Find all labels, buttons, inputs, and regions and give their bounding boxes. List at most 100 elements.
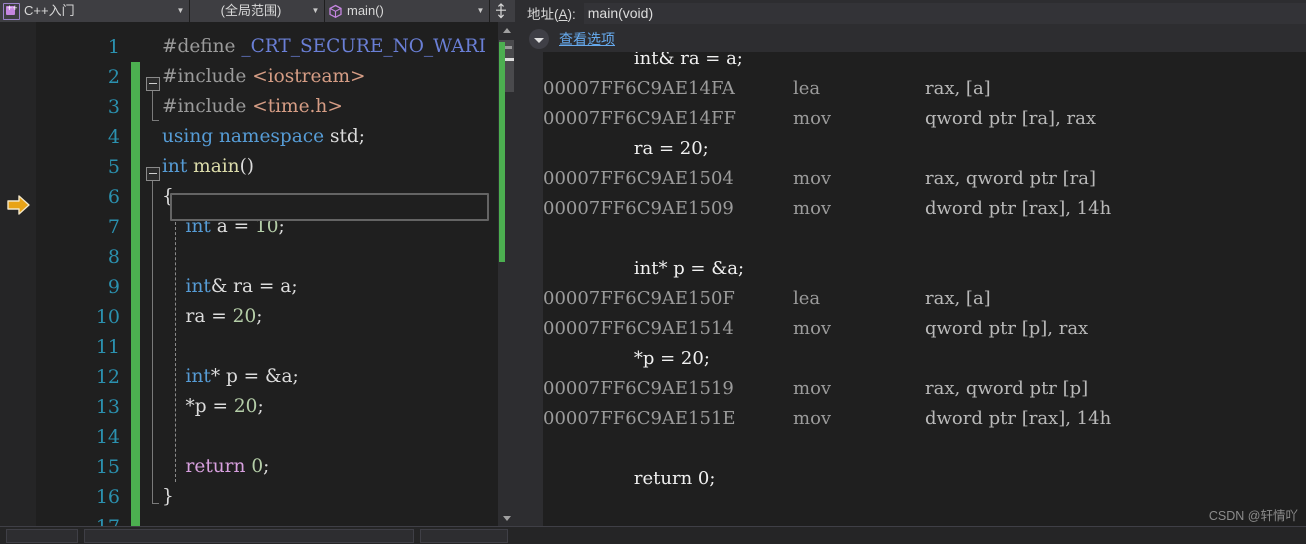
line-number: 13 — [95, 396, 120, 418]
instruction-address: 00007FF6C9AE14FA — [543, 78, 735, 99]
line-number: 9 — [107, 276, 120, 298]
instruction-mnemonic: mov — [793, 198, 832, 219]
split-view-button[interactable] — [490, 0, 512, 22]
function-dropdown-label: main() — [347, 3, 384, 18]
address-label: 地址(A): — [527, 7, 576, 22]
line-number: 14 — [95, 426, 120, 448]
code-line[interactable]: using namespace std; — [140, 122, 515, 152]
instruction-address: 00007FF6C9AE1514 — [543, 318, 734, 339]
project-dropdown[interactable]: C++入门 ▼ — [0, 0, 190, 22]
source-text: return 0; — [611, 468, 716, 489]
code-line[interactable]: return 0; — [140, 452, 515, 482]
code-line-text: #define _CRT_SECURE_NO_WARI — [162, 36, 486, 57]
disassembly-listing[interactable]: int& ra = a; 00007FF6C9AE14FA lea rax, [a] 0… — [543, 52, 1306, 527]
code-line[interactable]: #include <iostream> — [140, 62, 515, 92]
instruction-address: 00007FF6C9AE1504 — [543, 168, 734, 189]
disassembly-instruction-row[interactable]: 00007FF6C9AE14FF mov qword ptr [ra], rax — [543, 104, 1306, 134]
code-editor-pane: C++入门 ▼ (全局范围) ▼ main() ▼ 12345678910111… — [0, 0, 515, 544]
disassembly-blank-row — [543, 224, 1306, 254]
visual-studio-debug-window: C++入门 ▼ (全局范围) ▼ main() ▼ 12345678910111… — [0, 0, 1306, 544]
editor-indicator-margin[interactable] — [0, 22, 36, 527]
line-number: 7 — [107, 216, 120, 238]
current-statement-arrow-icon — [6, 194, 32, 216]
caret-down-icon — [502, 516, 511, 521]
disassembly-instruction-row[interactable]: 00007FF6C9AE1509 mov dword ptr [rax], 14h — [543, 194, 1306, 224]
scrollbar-down-button[interactable] — [498, 510, 515, 527]
fold-guide-main-end — [152, 503, 159, 504]
disassembly-instruction-row[interactable]: 00007FF6C9AE150F lea rax, [a] — [543, 284, 1306, 314]
editor-navigation-bar: C++入门 ▼ (全局范围) ▼ main() ▼ — [0, 0, 515, 22]
disassembly-source-line: *p = 20; — [543, 344, 1306, 374]
instruction-address: 00007FF6C9AE150F — [543, 288, 735, 309]
code-line[interactable] — [140, 242, 515, 272]
code-line-text: int main() — [162, 156, 255, 177]
fold-toggle-include[interactable] — [146, 77, 160, 91]
scope-dropdown[interactable]: (全局范围) ▼ — [190, 0, 325, 22]
chevron-down-icon[interactable]: ▼ — [309, 0, 322, 22]
disassembly-source-line: return 0; — [543, 464, 1306, 494]
disassembly-source-line: int& ra = a; — [543, 52, 1306, 74]
code-line-text: *p = 20; — [162, 396, 264, 417]
instruction-mnemonic: lea — [793, 288, 821, 309]
instruction-address: 00007FF6C9AE14FF — [543, 108, 736, 129]
fold-toggle-main[interactable] — [146, 167, 160, 181]
project-dropdown-label: C++入门 — [24, 3, 75, 18]
code-line[interactable]: #include <time.h> — [140, 92, 515, 122]
scrollbar-up-button[interactable] — [498, 22, 515, 39]
code-text-area[interactable]: #define _CRT_SECURE_NO_WARI #include <ios… — [140, 22, 515, 527]
change-tracking-bar — [131, 62, 140, 527]
code-line[interactable]: int& ra = a; — [140, 272, 515, 302]
code-line[interactable]: ra = 20; — [140, 302, 515, 332]
editor-bottom-strip — [0, 526, 515, 544]
view-options-link[interactable]: 查看选项 — [559, 29, 615, 49]
status-segment — [6, 529, 78, 543]
code-line[interactable]: } — [140, 482, 515, 512]
status-segment — [84, 529, 414, 543]
code-line[interactable]: int main() — [140, 152, 515, 182]
fold-guide-include-end — [152, 120, 159, 121]
disassembly-pane: 地址(A): 查看选项 int& ra = a; 00007FF6C9AE14FA… — [515, 0, 1306, 544]
disassembly-instruction-row[interactable]: 00007FF6C9AE1504 mov rax, qword ptr [ra] — [543, 164, 1306, 194]
code-line[interactable] — [140, 332, 515, 362]
line-number: 4 — [107, 126, 120, 148]
instruction-address: 00007FF6C9AE151E — [543, 408, 736, 429]
source-text: int& ra = a; — [611, 52, 743, 69]
fold-guide-main — [152, 181, 153, 503]
code-line[interactable]: #define _CRT_SECURE_NO_WARI — [140, 32, 515, 62]
line-number: 12 — [95, 366, 120, 388]
code-line-text: ra = 20; — [162, 306, 263, 327]
code-line[interactable] — [140, 512, 515, 527]
chevron-down-icon[interactable]: ▼ — [174, 0, 187, 22]
instruction-operands: rax, qword ptr [ra] — [925, 168, 1097, 189]
code-line-text: #include <iostream> — [162, 66, 366, 87]
instruction-mnemonic: mov — [793, 408, 832, 429]
source-text: int* p = &a; — [611, 258, 745, 279]
chevron-down-icon[interactable]: ▼ — [474, 0, 487, 22]
code-line[interactable]: int* p = &a; — [140, 362, 515, 392]
view-options-bar: 查看选项 — [515, 26, 1306, 52]
disassembly-instruction-row[interactable]: 00007FF6C9AE1514 mov qword ptr [p], rax — [543, 314, 1306, 344]
editor-vertical-scrollbar[interactable] — [498, 22, 515, 527]
code-line-text: int& ra = a; — [185, 276, 298, 297]
function-dropdown[interactable]: main() ▼ — [325, 0, 490, 22]
disassembly-gutter[interactable] — [515, 52, 543, 527]
instruction-operands: dword ptr [rax], 14h — [925, 198, 1112, 219]
line-number: 15 — [95, 456, 120, 478]
instruction-mnemonic: mov — [793, 168, 832, 189]
scrollbar-change-marks — [499, 42, 505, 262]
code-line-text: } — [162, 486, 174, 507]
chevron-down-circle-icon[interactable] — [529, 29, 549, 49]
address-input[interactable] — [583, 2, 1306, 24]
scope-dropdown-label: (全局范围) — [220, 3, 282, 18]
instruction-address: 00007FF6C9AE1509 — [543, 198, 734, 219]
code-line[interactable]: *p = 20; — [140, 392, 515, 422]
disassembly-instruction-row[interactable]: 00007FF6C9AE1519 mov rax, qword ptr [p] — [543, 374, 1306, 404]
line-number: 10 — [95, 306, 120, 328]
instruction-mnemonic: lea — [793, 78, 821, 99]
code-editor[interactable]: 1 2 3 4 5 6 7 8 9 10 11 12 13 14 15 16 17 #define _CRT_S… — [0, 22, 515, 527]
code-line[interactable] — [140, 422, 515, 452]
disassembly-instruction-row[interactable]: 00007FF6C9AE14FA lea rax, [a] — [543, 74, 1306, 104]
disassembly-instruction-row[interactable]: 00007FF6C9AE151E mov dword ptr [rax], 14h — [543, 404, 1306, 434]
instruction-mnemonic: mov — [793, 108, 832, 129]
disassembly-bottom-strip — [515, 526, 1306, 544]
